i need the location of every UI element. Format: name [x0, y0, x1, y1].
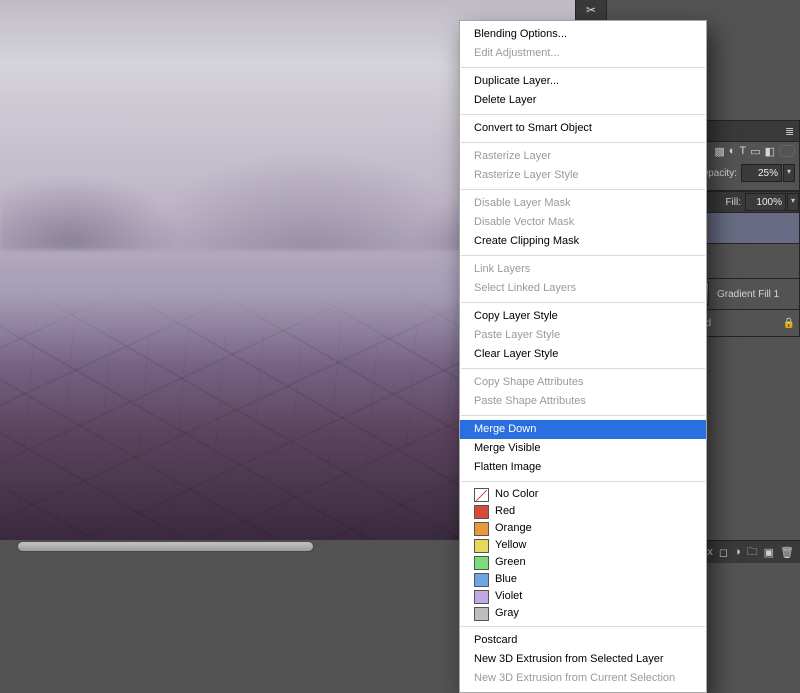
menu-separator: [461, 189, 705, 190]
mask-icon[interactable]: ◻: [719, 546, 728, 559]
menu-disable-layer-mask: Disable Layer Mask: [460, 194, 706, 213]
label-no-color: No Color: [495, 487, 538, 502]
menu-create-clipping-mask[interactable]: Create Clipping Mask: [460, 232, 706, 251]
menu-new-3d-extrusion-layer[interactable]: New 3D Extrusion from Selected Layer: [460, 650, 706, 669]
filter-shape-icon[interactable]: ▭: [750, 145, 760, 158]
options-bar-fragment: ✂: [575, 0, 607, 21]
menu-rasterize-layer: Rasterize Layer: [460, 147, 706, 166]
filter-smart-icon[interactable]: ◧: [765, 145, 775, 158]
menu-link-layers: Link Layers: [460, 260, 706, 279]
menu-color-violet[interactable]: Violet: [460, 588, 706, 605]
menu-flatten-image[interactable]: Flatten Image: [460, 458, 706, 477]
menu-separator: [461, 481, 705, 482]
label-blue: Blue: [495, 572, 517, 587]
swatch-red: [474, 505, 489, 519]
menu-separator: [461, 302, 705, 303]
menu-separator: [461, 368, 705, 369]
lock-icon: 🔒: [783, 318, 795, 329]
menu-copy-layer-style[interactable]: Copy Layer Style: [460, 307, 706, 326]
filter-adjust-icon[interactable]: ◐: [729, 145, 736, 158]
label-orange: Orange: [495, 521, 532, 536]
swatch-yellow: [474, 539, 489, 553]
menu-duplicate-layer[interactable]: Duplicate Layer...: [460, 72, 706, 91]
menu-separator: [461, 255, 705, 256]
menu-rasterize-layer-style: Rasterize Layer Style: [460, 166, 706, 185]
new-layer-icon[interactable]: ▣: [764, 546, 774, 559]
menu-paste-layer-style: Paste Layer Style: [460, 326, 706, 345]
menu-disable-vector-mask: Disable Vector Mask: [460, 213, 706, 232]
menu-separator: [461, 626, 705, 627]
menu-clear-layer-style[interactable]: Clear Layer Style: [460, 345, 706, 364]
menu-copy-shape-attr: Copy Shape Attributes: [460, 373, 706, 392]
menu-select-linked-layers: Select Linked Layers: [460, 279, 706, 298]
menu-color-blue[interactable]: Blue: [460, 571, 706, 588]
horizontal-scrollbar[interactable]: [18, 542, 313, 551]
menu-color-yellow[interactable]: Yellow: [460, 537, 706, 554]
opacity-input[interactable]: [741, 164, 782, 182]
filter-type-icon[interactable]: T: [739, 145, 746, 158]
menu-separator: [461, 114, 705, 115]
menu-separator: [461, 142, 705, 143]
adjustment-icon[interactable]: ◑: [734, 546, 741, 558]
menu-merge-visible[interactable]: Merge Visible: [460, 439, 706, 458]
fill-input[interactable]: [745, 193, 786, 211]
swatch-gray: [474, 607, 489, 621]
menu-paste-shape-attr: Paste Shape Attributes: [460, 392, 706, 411]
swatch-blue: [474, 573, 489, 587]
trash-icon[interactable]: 🗑: [780, 546, 794, 559]
opacity-dropdown-icon[interactable]: ▾: [783, 164, 795, 182]
scissors-icon[interactable]: ✂: [586, 3, 596, 17]
swatch-violet: [474, 590, 489, 604]
layer-context-menu: Blending Options... Edit Adjustment... D…: [459, 20, 707, 693]
swatch-none: [474, 488, 489, 502]
menu-blending-options[interactable]: Blending Options...: [460, 25, 706, 44]
layer-name: Gradient Fill 1: [717, 289, 779, 300]
menu-merge-down[interactable]: Merge Down: [460, 420, 706, 439]
menu-edit-adjustment: Edit Adjustment...: [460, 44, 706, 63]
menu-postcard[interactable]: Postcard: [460, 631, 706, 650]
label-red: Red: [495, 504, 515, 519]
menu-separator: [461, 67, 705, 68]
label-gray: Gray: [495, 606, 519, 621]
menu-color-gray[interactable]: Gray: [460, 605, 706, 622]
menu-new-3d-extrusion-selection: New 3D Extrusion from Current Selection: [460, 669, 706, 688]
swatch-orange: [474, 522, 489, 536]
menu-convert-smart-object[interactable]: Convert to Smart Object: [460, 119, 706, 138]
filter-pixel-icon[interactable]: ▩: [714, 145, 724, 158]
label-violet: Violet: [495, 589, 522, 604]
panel-menu-icon[interactable]: ≣: [785, 125, 797, 137]
menu-separator: [461, 415, 705, 416]
fill-dropdown-icon[interactable]: ▾: [787, 193, 799, 211]
menu-color-none[interactable]: No Color: [460, 486, 706, 503]
label-yellow: Yellow: [495, 538, 526, 553]
filter-toggle[interactable]: [779, 145, 795, 157]
fill-label: Fill:: [725, 197, 741, 208]
menu-color-orange[interactable]: Orange: [460, 520, 706, 537]
menu-color-red[interactable]: Red: [460, 503, 706, 520]
menu-delete-layer[interactable]: Delete Layer: [460, 91, 706, 110]
group-icon[interactable]: 🗀: [747, 543, 758, 562]
